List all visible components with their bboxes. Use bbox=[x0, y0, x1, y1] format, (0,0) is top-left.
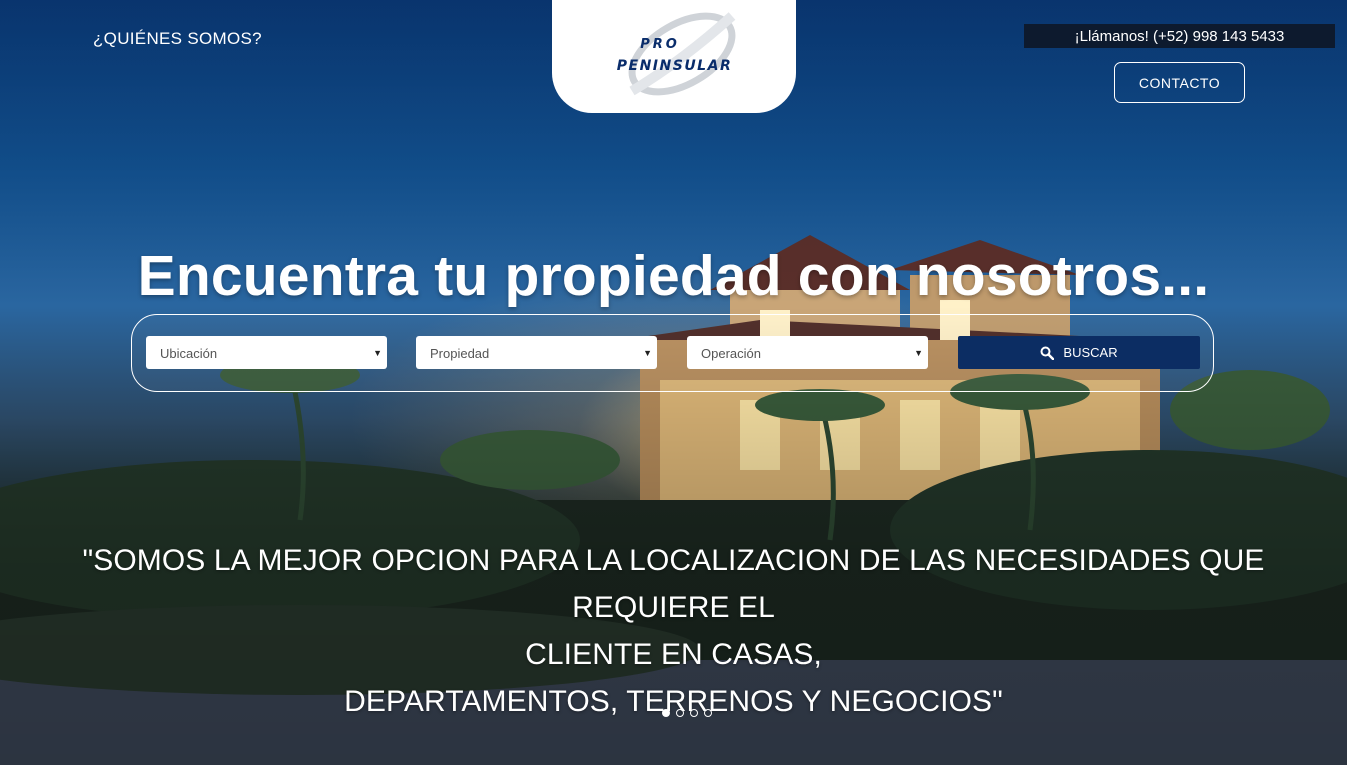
property-select[interactable]: Propiedad ▼ bbox=[416, 336, 657, 369]
phone-banner[interactable]: ¡Llámanos! (+52) 998 143 5433 bbox=[1024, 24, 1335, 48]
tagline-line: "SOMOS LA MEJOR OPCION PARA LA LOCALIZAC… bbox=[82, 544, 1265, 624]
carousel-dot-1[interactable] bbox=[662, 709, 670, 717]
carousel-dot-4[interactable] bbox=[704, 709, 712, 717]
logo-text-pro: PRO bbox=[640, 37, 680, 52]
nav-about-link[interactable]: ¿QUIÉNES SOMOS? bbox=[93, 29, 262, 49]
operation-select[interactable]: Operación ▼ bbox=[687, 336, 928, 369]
carousel-dot-2[interactable] bbox=[676, 709, 684, 717]
logo-swoosh-icon bbox=[628, 12, 736, 96]
search-icon bbox=[1040, 346, 1055, 360]
search-button-label: BUSCAR bbox=[1063, 345, 1118, 360]
caret-down-icon: ▼ bbox=[373, 348, 382, 358]
caret-down-icon: ▼ bbox=[643, 348, 652, 358]
property-select-value: Propiedad bbox=[430, 346, 490, 361]
carousel-dot-3[interactable] bbox=[690, 709, 698, 717]
search-button[interactable]: BUSCAR bbox=[958, 336, 1200, 369]
hero-tagline: "SOMOS LA MEJOR OPCION PARA LA LOCALIZAC… bbox=[0, 537, 1347, 725]
tagline-line: DEPARTAMENTOS, TERRENOS Y NEGOCIOS" bbox=[344, 685, 1003, 718]
operation-select-value: Operación bbox=[701, 346, 761, 361]
location-select-value: Ubicación bbox=[160, 346, 218, 361]
logo-text-peninsular: PENINSULAR bbox=[616, 58, 733, 74]
page-headline: Encuentra tu propiedad con nosotros... bbox=[137, 244, 1210, 308]
caret-down-icon: ▼ bbox=[914, 348, 923, 358]
contact-button[interactable]: CONTACTO bbox=[1114, 62, 1245, 103]
location-select[interactable]: Ubicación ▼ bbox=[146, 336, 387, 369]
carousel-indicators bbox=[662, 709, 712, 717]
tagline-line: CLIENTE EN CASAS, bbox=[525, 638, 822, 671]
